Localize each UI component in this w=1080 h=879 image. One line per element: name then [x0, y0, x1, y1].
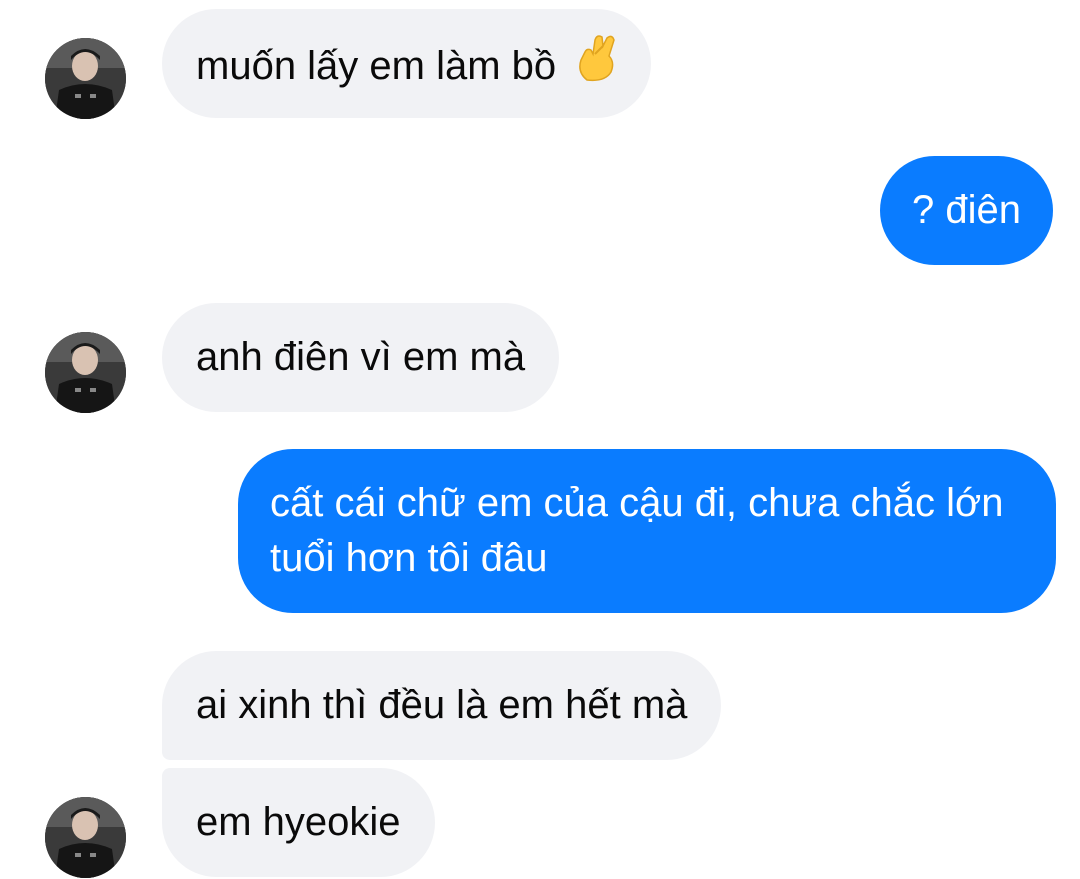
message-bubble-outgoing[interactable]: ? điên [880, 156, 1053, 265]
avatar-photo-icon [45, 38, 126, 119]
contact-avatar[interactable] [45, 332, 126, 413]
message-text: cất cái chữ em của cậu đi, chưa chắc lớn… [270, 481, 1004, 580]
message-bubble-outgoing[interactable]: cất cái chữ em của cậu đi, chưa chắc lớn… [238, 449, 1056, 613]
message-bubble-incoming[interactable]: anh điên vì em mà [162, 303, 560, 412]
message-bubble-incoming[interactable]: em hyeokie [162, 768, 435, 877]
message-text: ai xinh thì đều là em hết mà [196, 683, 688, 727]
crossed-fingers-heart-icon [573, 32, 617, 97]
message-text: anh điên vì em mà [196, 335, 526, 379]
avatar-photo-icon [45, 797, 126, 878]
contact-avatar[interactable] [45, 797, 126, 878]
message-text: muốn lấy em làm bồ [196, 44, 557, 89]
message-text: ? điên [912, 188, 1021, 232]
message-bubble-incoming[interactable]: muốn lấy em làm bồ [162, 9, 652, 118]
message-bubble-incoming[interactable]: ai xinh thì đều là em hết mà [162, 651, 722, 760]
avatar-photo-icon [45, 332, 126, 413]
message-text: em hyeokie [196, 800, 401, 844]
contact-avatar[interactable] [45, 38, 126, 119]
